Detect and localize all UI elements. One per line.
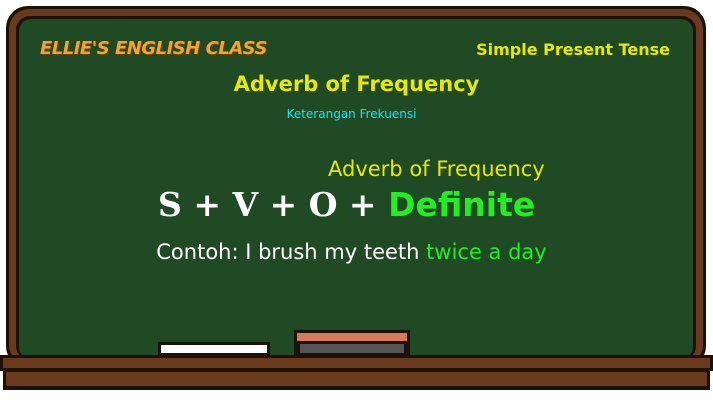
chalk-stick-body <box>161 345 267 353</box>
example-text: Contoh: I brush my teeth <box>156 240 427 264</box>
topic-label: Simple Present Tense <box>476 40 670 59</box>
chalk-ledge-wood <box>3 358 710 368</box>
chalk-stick-icon <box>158 342 270 356</box>
formula-annotation: Adverb of Frequency <box>328 157 545 181</box>
lesson-title: Adverb of Frequency <box>233 72 480 96</box>
formula-highlight: Definite <box>388 185 536 224</box>
sentence-formula: S + V + O + Definite <box>158 185 535 224</box>
chalk-ledge-base-wood <box>6 372 707 386</box>
eraser-felt <box>300 344 404 353</box>
example-sentence: Contoh: I brush my teeth twice a day <box>0 240 703 264</box>
example-highlight: twice a day <box>426 240 547 264</box>
class-brand-logo: ELLIE'S ENGLISH CLASS <box>40 38 267 59</box>
eraser-top <box>297 333 407 341</box>
formula-base: S + V + O + <box>158 185 389 224</box>
lesson-subtitle: Keterangan Frekuensi <box>286 107 417 121</box>
eraser-icon <box>294 330 410 356</box>
